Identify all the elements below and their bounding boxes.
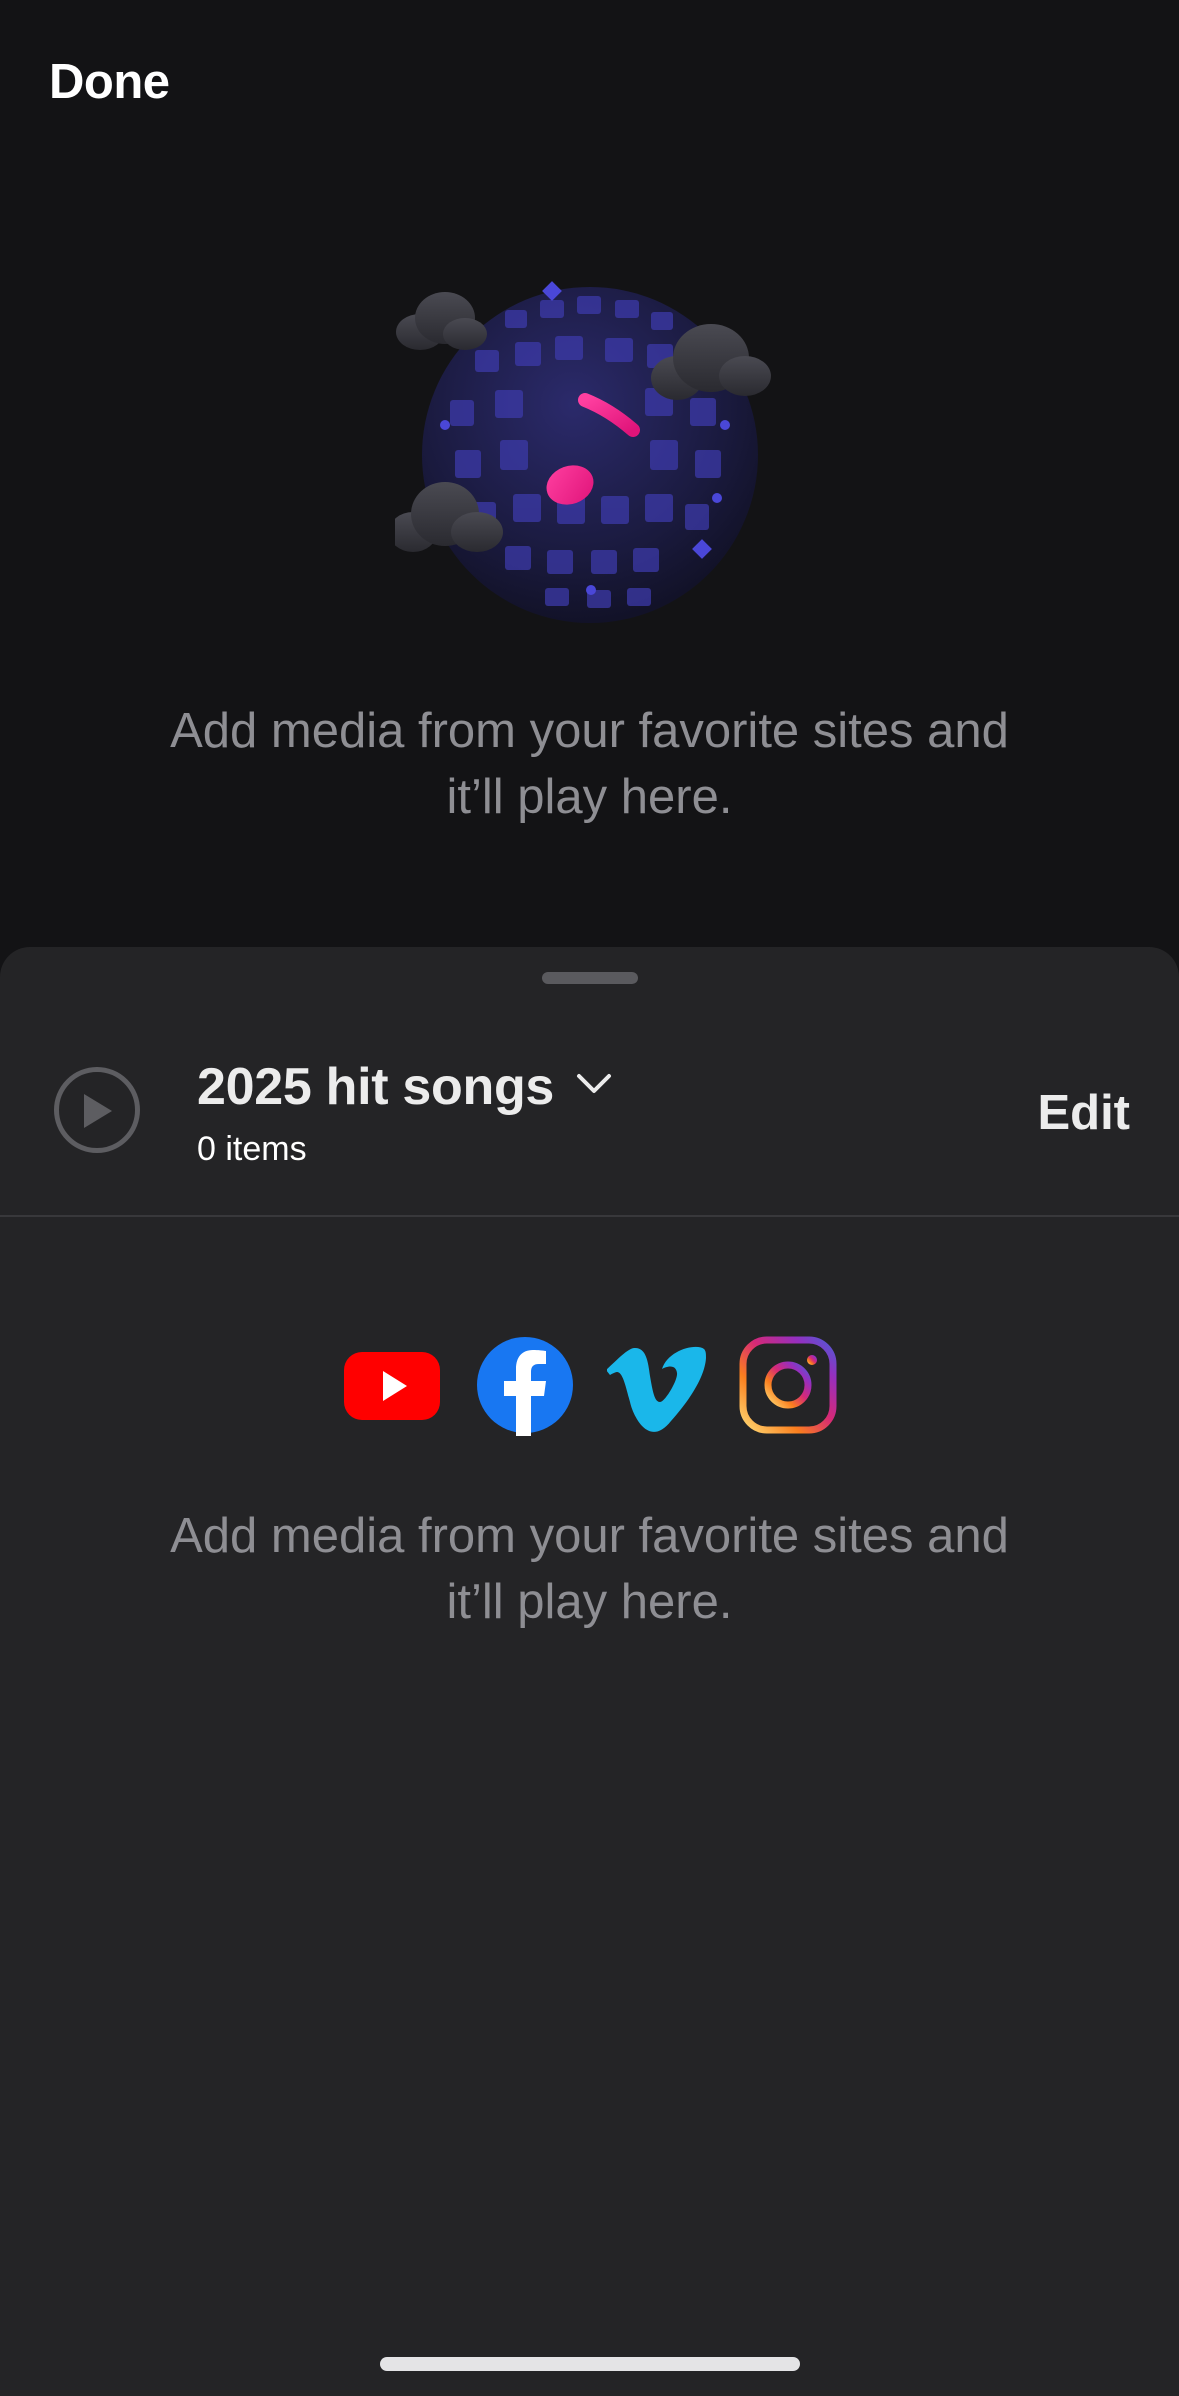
sheet-empty-message: Add media from your favorite sites and i…: [0, 1503, 1179, 1635]
play-circle-icon[interactable]: [54, 1067, 140, 1153]
playlist-title[interactable]: 2025 hit songs: [197, 1057, 554, 1117]
done-button[interactable]: Done: [49, 54, 170, 110]
playlist-sheet: 2025 hit songs 0 items Edit Add media fr…: [0, 947, 1179, 2396]
disco-ball-music-note-icon: [389, 270, 785, 640]
chevron-down-icon[interactable]: [576, 1073, 612, 1100]
facebook-icon: [476, 1336, 574, 1441]
hero-message-line2: it’ll play here.: [446, 770, 733, 824]
media-player-area: Done Add media from your favorite sites …: [0, 0, 1179, 950]
header-divider: [0, 1215, 1179, 1217]
supported-sites: [343, 1336, 837, 1436]
playlist-item-count: 0 items: [197, 1130, 307, 1168]
hero-message-line1: Add media from your favorite sites and: [170, 704, 1009, 758]
sheet-message-line1: Add media from your favorite sites and: [170, 1509, 1009, 1563]
sheet-message-line2: it’ll play here.: [446, 1575, 733, 1629]
sheet-grabber[interactable]: [542, 972, 638, 984]
edit-button[interactable]: Edit: [1037, 1085, 1130, 1141]
home-indicator[interactable]: [380, 2357, 800, 2371]
instagram-icon: [739, 1336, 837, 1441]
youtube-icon: [343, 1336, 441, 1441]
vimeo-icon: [606, 1336, 707, 1441]
hero-empty-message: Add media from your favorite sites and i…: [0, 698, 1179, 830]
